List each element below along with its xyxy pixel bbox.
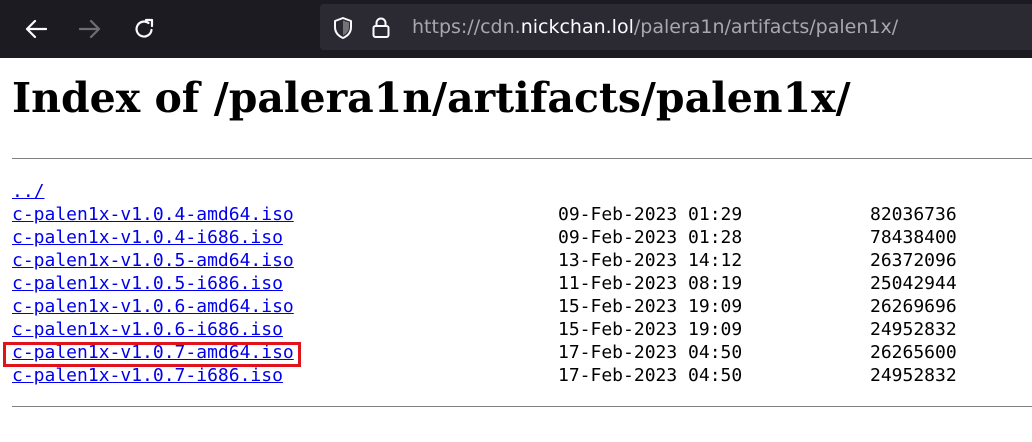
parent-directory-link[interactable]: ../ xyxy=(12,180,45,203)
page-title: Index of /palera1n/artifacts/palen1x/ xyxy=(12,74,851,122)
url-prefix: https://cdn. xyxy=(412,16,521,38)
file-link[interactable]: c-palen1x-v1.0.6-i686.iso xyxy=(12,318,283,341)
file-link[interactable]: c-palen1x-v1.0.6-amd64.iso xyxy=(12,295,294,318)
file-date: 17-Feb-2023 04:50 xyxy=(558,342,743,363)
shield-icon[interactable] xyxy=(332,16,354,40)
file-date: 15-Feb-2023 19:09 xyxy=(558,296,743,317)
reload-button[interactable] xyxy=(128,13,160,45)
file-date: 09-Feb-2023 01:29 xyxy=(558,204,743,225)
file-size: 24952832 xyxy=(870,365,957,386)
file-link[interactable]: c-palen1x-v1.0.4-amd64.iso xyxy=(12,203,294,226)
url-host: nickchan.lol xyxy=(520,16,634,38)
forward-button[interactable] xyxy=(74,13,106,45)
file-size: 26372096 xyxy=(870,250,957,271)
top-divider xyxy=(12,158,1032,159)
file-date: 17-Feb-2023 04:50 xyxy=(558,365,743,386)
url-path: /palera1n/artifacts/palen1x/ xyxy=(633,16,899,38)
file-date: 09-Feb-2023 01:28 xyxy=(558,227,743,248)
forward-arrow-icon xyxy=(79,19,101,39)
file-size: 26269696 xyxy=(870,296,957,317)
url-text[interactable]: https://cdn.nickchan.lol/palera1n/artifa… xyxy=(412,15,898,39)
file-date: 13-Feb-2023 14:12 xyxy=(558,250,743,271)
address-bar[interactable]: https://cdn.nickchan.lol/palera1n/artifa… xyxy=(320,4,1032,50)
highlight-box xyxy=(3,342,301,367)
file-size: 82036736 xyxy=(870,204,957,225)
reload-icon xyxy=(135,18,154,38)
file-date: 15-Feb-2023 19:09 xyxy=(558,319,743,340)
file-link[interactable]: c-palen1x-v1.0.5-amd64.iso xyxy=(12,249,294,272)
file-size: 25042944 xyxy=(870,273,957,294)
file-link[interactable]: c-palen1x-v1.0.7-i686.iso xyxy=(12,364,283,387)
back-button[interactable] xyxy=(20,13,52,45)
lock-icon[interactable] xyxy=(371,16,391,40)
file-size: 78438400 xyxy=(870,227,957,248)
file-size: 24952832 xyxy=(870,319,957,340)
file-size: 26265600 xyxy=(870,342,957,363)
browser-toolbar: https://cdn.nickchan.lol/palera1n/artifa… xyxy=(0,0,1032,58)
file-date: 11-Feb-2023 08:19 xyxy=(558,273,743,294)
file-link[interactable]: c-palen1x-v1.0.4-i686.iso xyxy=(12,226,283,249)
file-link[interactable]: c-palen1x-v1.0.5-i686.iso xyxy=(12,272,283,295)
bottom-divider xyxy=(12,406,1032,407)
back-arrow-icon xyxy=(25,19,47,39)
